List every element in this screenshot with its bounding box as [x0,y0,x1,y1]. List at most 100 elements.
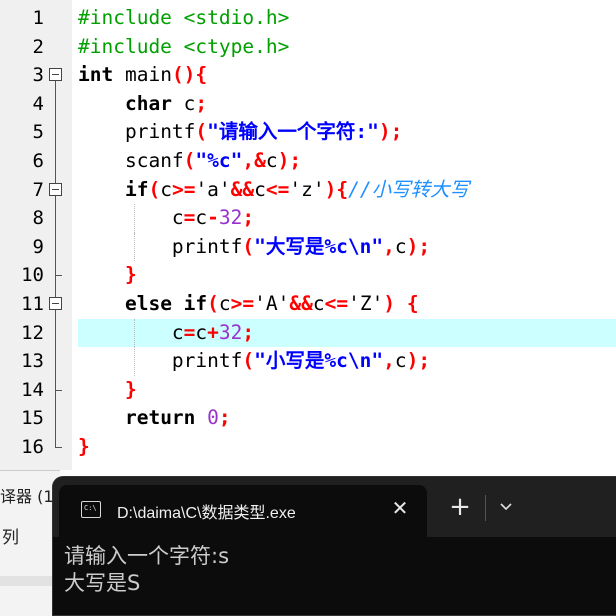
operator: ( [195,120,208,144]
operator: ( [242,349,255,373]
line-number: 15 [21,407,44,430]
console-line-1: 请输入一个字符:s [64,544,230,568]
function-name: printf [171,234,243,258]
include-header: <stdio.h> [183,6,290,29]
code-line-7[interactable]: 7 if(c>='a'&&c<='z'){//小写转大写 [0,175,616,205]
identifier: c [195,206,208,230]
line-number: 14 [21,378,44,401]
operator: ); [378,120,403,144]
console-icon: C:\ [81,501,101,518]
number-literal: 32 [218,206,243,230]
line-number: 4 [32,92,44,115]
operator: >= [230,292,255,315]
fold-guide [49,347,63,376]
identifier: c [171,206,184,230]
fold-guide [49,318,63,348]
fold-guide [49,118,63,147]
operator: , [383,234,395,258]
string-literal: "小写是%c\n" [254,349,384,373]
tab-divider [485,495,486,521]
preprocessor-directive: #include [78,34,184,58]
line-number: 11 [21,293,44,315]
line-number: 9 [32,235,44,258]
char-literal: 'A' [254,292,290,315]
code-line-6[interactable]: 6 scanf("%c",&c); [0,147,616,176]
operator: ); [277,149,302,172]
chevron-down-icon[interactable] [493,497,519,519]
function-name: main [113,63,172,87]
operator: ; [242,206,255,230]
fold-toggle[interactable] [49,61,63,91]
identifier: c [160,177,172,201]
keyword: else [124,292,172,315]
close-icon[interactable]: ✕ [389,497,411,519]
operator: + [207,320,219,344]
console-output[interactable]: 请输入一个字符:s 大写是S [64,543,616,597]
collapse-icon[interactable] [49,68,62,82]
code-line-14[interactable]: 14 } [0,375,616,405]
tab-title: D:\daima\C\数据类型.exe [117,505,296,522]
fold-end-guide [49,261,63,290]
keyword: if [171,292,208,315]
collapse-icon[interactable] [49,182,62,196]
terminal-tab-bar: C:\ D:\daima\C\数据类型.exe ✕ + [53,477,616,537]
code-line-3[interactable]: 3 int main(){ [0,61,616,91]
code-line-11[interactable]: 11 else if(c>='A'&&c<='Z') { [0,290,616,319]
fold-toggle[interactable] [49,290,63,319]
operator: - [207,206,219,230]
operator: ); [406,234,431,258]
fold-guide [49,232,63,262]
code-line-1[interactable]: 1 #include <stdio.h> [0,4,616,33]
identifier: c [394,234,407,258]
compiler-output-panel: 译器 (1) 列 [0,470,60,616]
operator: } [124,377,137,401]
fold-guide [49,404,63,433]
line-number: 3 [32,64,44,87]
comment: //小写转大写 [348,177,470,201]
char-literal: 'z' [289,177,325,201]
operator: ) { [383,292,419,315]
keyword: int [78,63,114,87]
fold-toggle[interactable] [49,175,63,205]
panel-tab-label[interactable]: 译器 (1) [0,483,60,507]
code-line-15[interactable]: 15 return 0; [0,404,616,433]
identifier: c [195,320,208,344]
string-literal: "大写是%c\n" [254,234,384,258]
line-number: 6 [32,150,44,172]
code-editor[interactable]: 1 #include <stdio.h> 2 #include <ctype.h… [0,0,616,470]
operator: ; [218,406,231,430]
keyword: char [124,91,172,115]
code-line-4[interactable]: 4 char c; [0,89,616,119]
console-line-2: 大写是S [64,571,141,595]
function-name: printf [124,120,196,144]
number-literal: 0 [195,406,219,430]
keyword: if [124,177,149,201]
new-tab-button[interactable]: + [445,494,475,520]
operator: ; [242,320,255,344]
code-line-13[interactable]: 13 printf("小写是%c\n",c); [0,347,616,376]
operator: ; [195,91,208,115]
line-number: 12 [21,321,44,344]
code-line-9[interactable]: 9 printf("大写是%c\n",c); [0,232,616,262]
string-literal: "请输入一个字符:" [207,120,379,144]
operator: = [183,206,196,230]
code-line-5[interactable]: 5 printf("请输入一个字符:"); [0,118,616,147]
code-line-8[interactable]: 8 c=c-32; [0,204,616,233]
identifier: c [394,349,407,373]
code-line-12-current[interactable]: 12 c=c+32; [0,318,616,348]
terminal-tab[interactable]: C:\ D:\daima\C\数据类型.exe ✕ [59,485,427,537]
terminal-window[interactable]: C:\ D:\daima\C\数据类型.exe ✕ + 请输入一个字符:s 大写是… [53,477,616,615]
code-line-2[interactable]: 2 #include <ctype.h> [0,33,616,62]
line-number: 2 [32,35,44,58]
operator: ); [406,349,431,373]
collapse-icon[interactable] [49,297,62,310]
fold-end-guide [49,433,63,462]
panel-scrollbar[interactable] [0,576,60,586]
operator: , [383,349,395,373]
code-line-16[interactable]: 16 } [0,433,616,462]
operator: && [230,177,255,201]
operator: ( [148,177,161,201]
code-line-10[interactable]: 10 } [0,261,616,290]
include-header: <ctype.h> [183,34,290,58]
operator: ,& [242,149,266,172]
